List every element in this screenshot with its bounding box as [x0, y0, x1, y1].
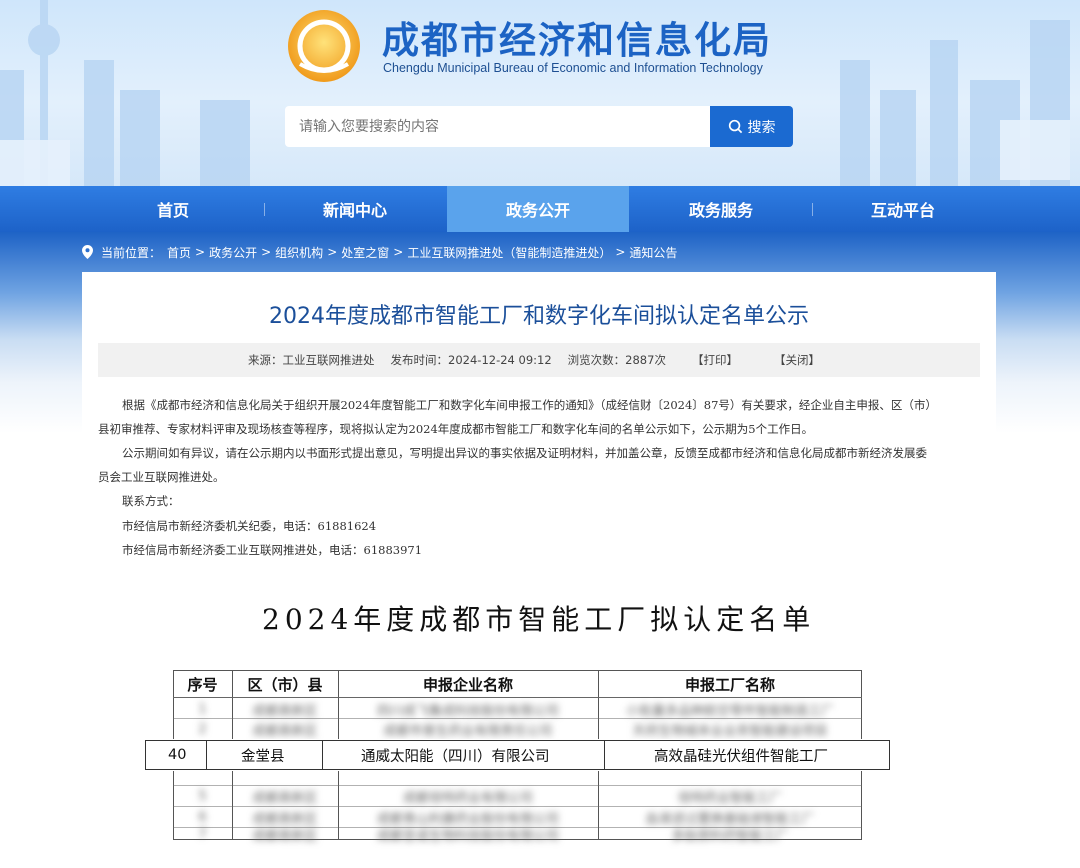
- highlight-factory: 高效晶硅光伏组件智能工厂: [654, 748, 828, 765]
- row-cell: 四川成飞集成科技股份有限公司: [376, 703, 559, 719]
- highlight-index: 40: [168, 747, 187, 763]
- table-line: [206, 740, 207, 770]
- row-cell: 成都高新区: [252, 703, 318, 719]
- breadcrumb-link-notices[interactable]: 通知公告: [629, 244, 677, 261]
- row-cell: 7: [198, 827, 207, 841]
- row-cell: 倍特药业智能工厂: [677, 790, 782, 806]
- breadcrumb-separator: >: [393, 245, 404, 259]
- row-cell: 5: [198, 788, 207, 804]
- highlight-district: 金堂县: [241, 748, 285, 765]
- table-line: [604, 740, 605, 770]
- row-cell: 6: [198, 809, 207, 825]
- search-input[interactable]: [285, 106, 711, 147]
- row-cell: 小批量多品种航空零件智能制造工厂: [625, 703, 834, 719]
- table-header-factory: 申报工厂名称: [684, 675, 775, 694]
- article-publish-time: 发布时间：2024-12-24 09:12: [390, 353, 552, 367]
- table-header-district: 区（市）县: [247, 675, 323, 694]
- site-header: 成都市经济和信息化局 Chengdu Municipal Bureau of E…: [0, 0, 1080, 186]
- table-row: 7 成都高新区 成都圣诺生物科技股份有限公司 多肽原料药智能工厂: [173, 827, 862, 841]
- search-icon: [728, 119, 742, 134]
- row-cell: 多肽原料药智能工厂: [671, 828, 789, 842]
- highlight-company: 通威太阳能（四川）有限公司: [361, 748, 550, 765]
- article-paragraph: 根据《成都市经济和信息化局关于组织开展2024年度智能工厂和数字化车间申报工作的…: [122, 398, 937, 412]
- breadcrumb-separator: >: [195, 245, 206, 259]
- breadcrumb: 当前位置： 首页 > 政务公开 > 组织机构 > 处室之窗 > 工业互联网推进处…: [82, 243, 681, 261]
- contact-line: 市经信局市新经济委机关纪委，电话：61881624: [122, 519, 377, 533]
- close-link[interactable]: 【关闭】: [774, 352, 820, 368]
- row-cell: 成都高新区: [252, 828, 318, 842]
- breadcrumb-link-organization[interactable]: 组织机构: [275, 244, 323, 261]
- table-row: 2 成都高新区 成都市普生药业有限责任公司 天府生物城本业业务智能建设项目: [173, 719, 862, 739]
- row-cell: 成都高新区: [252, 790, 318, 806]
- nav-item-home[interactable]: 首页: [82, 186, 264, 232]
- row-cell: 天府生物城本业业务智能建设项目: [632, 723, 828, 739]
- table-header-index: 序号: [187, 675, 218, 694]
- bureau-logo: [288, 10, 360, 82]
- table-header-company: 申报企业名称: [422, 675, 513, 694]
- contact-heading: 联系方式：: [122, 494, 180, 508]
- row-cell: 成都圣诺生物科技股份有限公司: [376, 828, 559, 842]
- article-meta-bar: 来源：工业互联网推进处 发布时间：2024-12-24 09:12 浏览次数：2…: [98, 343, 980, 377]
- row-cell: 成都高新区: [252, 811, 318, 827]
- breadcrumb-link-division[interactable]: 工业互联网推进处（智能制造推进处）: [407, 244, 611, 261]
- table-row: 6 成都高新区 成都青山利康药业股份有限公司 血液滤过置换基础液智能工厂: [173, 807, 862, 827]
- article-paragraph: 公示期间如有异议，请在公示期内以书面形式提出意见，写明提出异议的事实依据及证明材…: [122, 446, 927, 460]
- site-title: 成都市经济和信息化局: [382, 19, 772, 62]
- breadcrumb-link-government[interactable]: 政务公开: [209, 244, 257, 261]
- nav-item-interaction[interactable]: 互动平台: [812, 186, 994, 232]
- breadcrumb-link-home[interactable]: 首页: [167, 244, 191, 261]
- nav-item-services[interactable]: 政务服务: [630, 186, 812, 232]
- article-source: 来源：工业互联网推进处: [248, 353, 375, 367]
- article-title: 2024年度成都市智能工厂和数字化车间拟认定名单公示: [269, 304, 809, 329]
- main-nav: 首页 新闻中心 政务公开 政务服务 互动平台: [0, 186, 1080, 232]
- article-paragraph: 县初审推荐、专家材料评审及现场核查等程序，现将拟认定为2024年度成都市智能工厂…: [98, 422, 814, 436]
- scan-title: 2024年度成都市智能工厂拟认定名单: [262, 603, 816, 636]
- breadcrumb-prefix: 当前位置：: [101, 245, 162, 260]
- table-row: 1 成都高新区 四川成飞集成科技股份有限公司 小批量多品种航空零件智能制造工厂: [173, 699, 862, 719]
- breadcrumb-separator: >: [327, 245, 338, 259]
- location-pin-icon: [82, 245, 93, 259]
- row-cell: 成都市普生药业有限责任公司: [383, 723, 553, 739]
- article-paragraph: 员会工业互联网推进处。: [98, 470, 225, 484]
- breadcrumb-link-departments[interactable]: 处室之窗: [341, 244, 389, 261]
- site-subtitle: Chengdu Municipal Bureau of Economic and…: [383, 61, 763, 75]
- row-cell: 成都倍特药业有限公司: [402, 790, 533, 806]
- nav-item-news[interactable]: 新闻中心: [264, 186, 446, 232]
- article-view-count: 浏览次数：2887次: [567, 353, 666, 367]
- print-link[interactable]: 【打印】: [692, 352, 738, 368]
- row-cell: 血液滤过置换基础液智能工厂: [645, 811, 815, 827]
- search-button[interactable]: 搜索: [710, 106, 793, 147]
- table-line: [322, 740, 323, 770]
- table-row: 5 成都高新区 成都倍特药业有限公司 倍特药业智能工厂: [173, 786, 862, 806]
- row-cell: 成都高新区: [252, 723, 318, 739]
- contact-line: 市经信局市新经济委工业互联网推进处，电话：61883971: [122, 543, 423, 557]
- row-cell: 1: [198, 701, 207, 717]
- breadcrumb-separator: >: [615, 245, 626, 259]
- nav-item-government-affairs[interactable]: 政务公开: [447, 186, 629, 232]
- search-button-label: 搜索: [747, 119, 776, 136]
- breadcrumb-separator: >: [261, 245, 272, 259]
- row-cell: 成都青山利康药业股份有限公司: [376, 811, 559, 827]
- row-cell: 2: [198, 721, 207, 737]
